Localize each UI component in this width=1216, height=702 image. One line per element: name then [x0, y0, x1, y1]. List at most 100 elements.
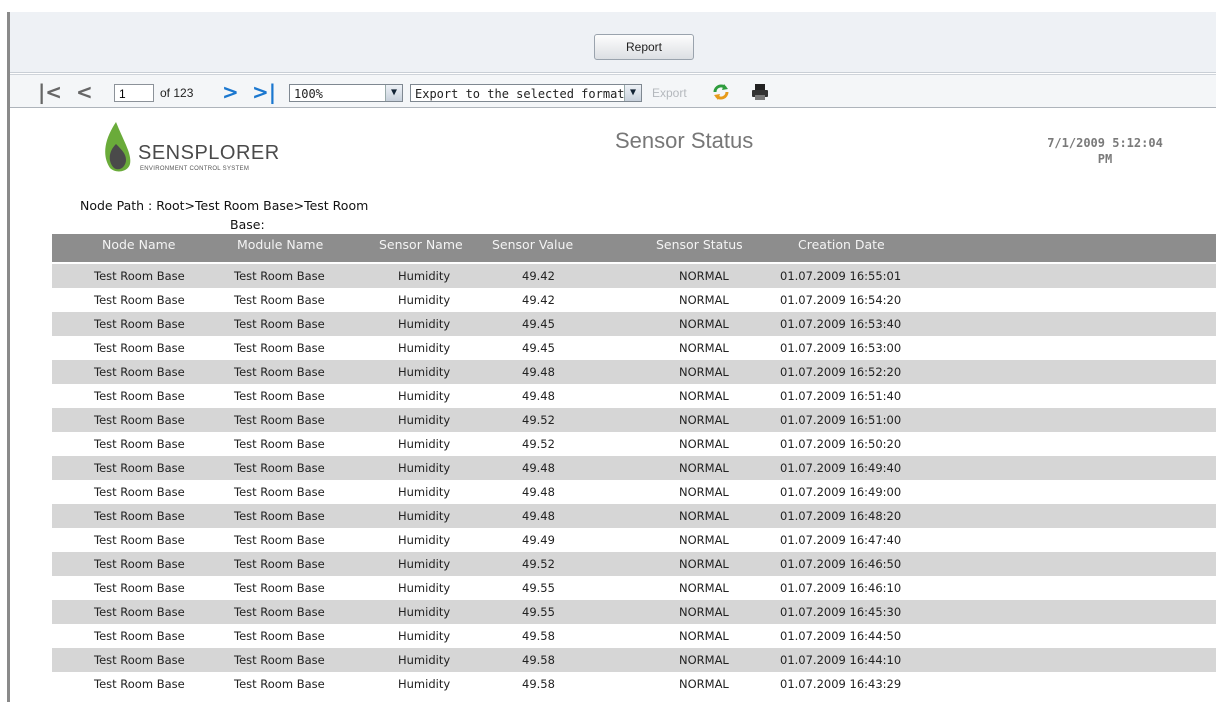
cell-module-name: Test Room Base — [234, 437, 325, 451]
cell-node-name: Test Room Base — [94, 341, 185, 355]
header-node-name: Node Name — [102, 237, 176, 252]
cell-node-name: Test Room Base — [94, 581, 185, 595]
cell-creation-date: 01.07.2009 16:51:00 — [780, 413, 902, 427]
print-icon[interactable] — [750, 82, 770, 102]
export-dropdown-arrow-icon[interactable]: ▼ — [624, 85, 641, 101]
cell-module-name: Test Room Base — [234, 341, 325, 355]
brand-tagline: ENVIRONMENT CONTROL SYSTEM — [140, 166, 250, 172]
cell-sensor-value: 49.48 — [522, 485, 555, 499]
cell-sensor-name: Humidity — [398, 677, 451, 691]
zoom-select-value: 100% — [294, 87, 323, 101]
node-path-line2: Base: — [230, 217, 265, 232]
cell-node-name: Test Room Base — [94, 509, 185, 523]
header-creation-date: Creation Date — [798, 237, 885, 252]
cell-node-name: Test Room Base — [94, 437, 185, 451]
cell-sensor-status: NORMAL — [679, 365, 729, 379]
zoom-dropdown-arrow-icon[interactable]: ▼ — [385, 85, 402, 101]
cell-node-name: Test Room Base — [94, 389, 185, 403]
export-format-value: Export to the selected format — [415, 87, 625, 101]
cell-creation-date: 01.07.2009 16:49:00 — [780, 485, 902, 499]
cell-sensor-status: NORMAL — [679, 461, 729, 475]
cell-sensor-status: NORMAL — [679, 605, 729, 619]
cell-sensor-name: Humidity — [398, 341, 451, 355]
cell-sensor-status: NORMAL — [679, 389, 729, 403]
cell-sensor-name: Humidity — [398, 653, 451, 667]
cell-creation-date: 01.07.2009 16:54:20 — [780, 293, 902, 307]
cell-sensor-value: 49.55 — [522, 581, 555, 595]
cell-sensor-status: NORMAL — [679, 485, 729, 499]
cell-module-name: Test Room Base — [234, 461, 325, 475]
refresh-icon[interactable] — [711, 82, 731, 102]
table-row: Test Room Base Test Room Base Humidity 49.4… — [52, 504, 1216, 528]
cell-creation-date: 01.07.2009 16:43:29 — [780, 677, 902, 691]
cell-module-name: Test Room Base — [234, 605, 325, 619]
table-row: Test Room Base Test Room Base Humidity 49.4… — [52, 480, 1216, 504]
table-row: Test Room Base Test Room Base Humidity 49.4… — [52, 360, 1216, 384]
cell-module-name: Test Room Base — [234, 485, 325, 499]
cell-sensor-name: Humidity — [398, 389, 451, 403]
table-row: Test Room Base Test Room Base Humidity 49.5… — [52, 624, 1216, 648]
report-title: Sensor Status — [615, 128, 754, 153]
table-row: Test Room Base Test Room Base Humidity 49.5… — [52, 648, 1216, 672]
header-sensor-value: Sensor Value — [492, 237, 574, 252]
cell-node-name: Test Room Base — [94, 629, 185, 643]
cell-module-name: Test Room Base — [234, 293, 325, 307]
cell-sensor-value: 49.45 — [522, 317, 555, 331]
cell-node-name: Test Room Base — [94, 317, 185, 331]
table-row: Test Room Base Test Room Base Humidity 49.4… — [52, 264, 1216, 288]
cell-sensor-status: NORMAL — [679, 413, 729, 427]
first-page-icon[interactable]: |< — [38, 82, 62, 102]
cell-module-name: Test Room Base — [234, 509, 325, 523]
cell-node-name: Test Room Base — [94, 605, 185, 619]
cell-node-name: Test Room Base — [94, 677, 185, 691]
cell-sensor-name: Humidity — [398, 461, 451, 475]
next-page-icon[interactable]: > — [222, 82, 239, 102]
cell-sensor-name: Humidity — [398, 293, 451, 307]
cell-node-name: Test Room Base — [94, 269, 185, 283]
previous-page-icon[interactable]: < — [76, 82, 93, 102]
cell-node-name: Test Room Base — [94, 557, 185, 571]
cell-creation-date: 01.07.2009 16:48:20 — [780, 509, 902, 523]
cell-module-name: Test Room Base — [234, 653, 325, 667]
brand-name: SENSPLORER — [138, 142, 280, 164]
report-button[interactable]: Report — [594, 34, 694, 60]
cell-module-name: Test Room Base — [234, 677, 325, 691]
cell-creation-date: 01.07.2009 16:46:10 — [780, 581, 902, 595]
cell-module-name: Test Room Base — [234, 413, 325, 427]
report-date: 7/1/2009 5:12:04 PM — [1040, 135, 1170, 167]
cell-sensor-status: NORMAL — [679, 509, 729, 523]
cell-creation-date: 01.07.2009 16:53:00 — [780, 341, 902, 355]
table-row: Test Room Base Test Room Base Humidity 49.4… — [52, 312, 1216, 336]
cell-creation-date: 01.07.2009 16:53:40 — [780, 317, 902, 331]
cell-module-name: Test Room Base — [234, 581, 325, 595]
cell-module-name: Test Room Base — [234, 317, 325, 331]
cell-node-name: Test Room Base — [94, 461, 185, 475]
table-row: Test Room Base Test Room Base Humidity 49.4… — [52, 528, 1216, 552]
last-page-icon[interactable]: >| — [252, 82, 276, 102]
cell-creation-date: 01.07.2009 16:44:10 — [780, 653, 902, 667]
cell-node-name: Test Room Base — [94, 293, 185, 307]
table-row: Test Room Base Test Room Base Humidity 49.4… — [52, 384, 1216, 408]
cell-sensor-status: NORMAL — [679, 437, 729, 451]
export-link[interactable]: Export — [652, 86, 687, 100]
node-path-line1: Node Path : Root>Test Room Base>Test Roo… — [80, 198, 369, 213]
cell-sensor-name: Humidity — [398, 581, 451, 595]
table-header: Node Name Module Name Sensor Name Sensor… — [52, 234, 1216, 262]
cell-sensor-value: 49.52 — [522, 557, 555, 571]
cell-module-name: Test Room Base — [234, 389, 325, 403]
table-row: Test Room Base Test Room Base Humidity 49.4… — [52, 456, 1216, 480]
cell-sensor-name: Humidity — [398, 485, 451, 499]
table-row: Test Room Base Test Room Base Humidity 49.5… — [52, 600, 1216, 624]
header-module-name: Module Name — [237, 237, 324, 252]
cell-sensor-status: NORMAL — [679, 317, 729, 331]
cell-creation-date: 01.07.2009 16:46:50 — [780, 557, 902, 571]
cell-sensor-name: Humidity — [398, 629, 451, 643]
zoom-select[interactable]: 100% ▼ — [289, 84, 403, 102]
cell-sensor-status: NORMAL — [679, 341, 729, 355]
page-number-input[interactable]: 1 — [114, 84, 154, 102]
export-format-select[interactable]: Export to the selected format ▼ — [410, 84, 642, 102]
cell-sensor-name: Humidity — [398, 365, 451, 379]
cell-sensor-name: Humidity — [398, 269, 451, 283]
table-row: Test Room Base Test Room Base Humidity 49.4… — [52, 336, 1216, 360]
cell-creation-date: 01.07.2009 16:52:20 — [780, 365, 902, 379]
